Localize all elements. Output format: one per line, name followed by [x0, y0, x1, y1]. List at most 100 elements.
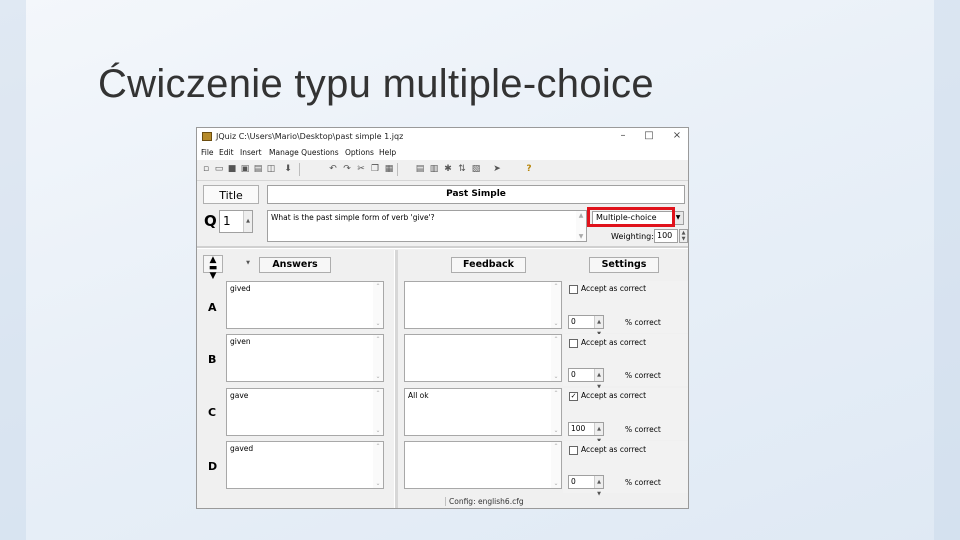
arrow-icon[interactable]: ➤ [492, 164, 502, 174]
answer-field-c[interactable]: gave ⌃ ⌄ [226, 388, 384, 436]
accept-checkbox[interactable] [569, 338, 578, 348]
move-answers-button[interactable]: ▲ ▬ ▼ [203, 255, 223, 281]
tools-icon[interactable]: ✱ [443, 164, 453, 174]
answer-letter: A [208, 301, 217, 314]
menu-options[interactable]: Options [345, 148, 374, 157]
new-icon[interactable]: ▫ [201, 164, 211, 174]
percent-field-a[interactable]: 0 ▲▼ [568, 315, 604, 337]
feedback-scrollbar[interactable]: ⌃ ⌄ [551, 335, 561, 381]
percent-value: 0 [571, 317, 576, 326]
answer-scrollbar[interactable]: ⌃ ⌄ [373, 442, 383, 488]
feedback-field-b[interactable]: ⌃ ⌄ [404, 334, 562, 382]
percent-field-b[interactable]: 0 ▲ ▼ [568, 368, 604, 390]
answer-letter: D [208, 460, 218, 473]
answers-header[interactable]: Answers [259, 257, 331, 273]
weighting-label: Weighting: [611, 232, 654, 241]
paste-icon[interactable]: ▦ [384, 164, 394, 174]
answer-text: gaved [230, 444, 254, 453]
accept-checkbox-checked[interactable]: ✓ [569, 391, 578, 401]
divider [197, 246, 688, 249]
hotpotatoes-window: JQuiz C:\Users\Mario\Desktop\past simple… [196, 127, 689, 509]
menu-edit[interactable]: Edit [219, 148, 234, 157]
grid-icon[interactable]: ▤ [415, 164, 425, 174]
percent-label: % correct [625, 478, 661, 487]
answer-field-b[interactable]: given ⌃ ⌄ [226, 334, 384, 382]
sort-icon[interactable]: ⇅ [457, 164, 467, 174]
undo-icon[interactable]: ↶ [328, 164, 338, 174]
percent-spinner[interactable]: ▲▼ [594, 423, 603, 444]
image-icon[interactable]: ▥ [429, 164, 439, 174]
menu-file[interactable]: File [201, 148, 214, 157]
feedback-scrollbar[interactable]: ⌃ ⌄ [551, 282, 561, 328]
settings-header[interactable]: Settings [589, 257, 659, 273]
cut-icon[interactable]: ✂ [356, 164, 366, 174]
answer-letter: C [208, 406, 217, 419]
printer-icon[interactable]: ▤ [253, 164, 263, 174]
open-icon[interactable]: ▭ [214, 164, 224, 174]
accept-correct-c[interactable]: ✓ Accept as correct [569, 391, 646, 401]
feedback-header[interactable]: Feedback [451, 257, 526, 273]
answer-field-a[interactable]: gived ⌃ ⌄ [226, 281, 384, 329]
answer-scrollbar[interactable]: ⌃ ⌄ [373, 389, 383, 435]
window-title: JQuiz C:\Users\Mario\Desktop\past simple… [216, 132, 404, 141]
accept-correct-a[interactable]: Accept as correct [569, 284, 646, 294]
maximize-button[interactable]: □ [641, 129, 657, 143]
question-text: What is the past simple form of verb 'gi… [271, 213, 435, 222]
answer-scrollbar[interactable]: ⌃ ⌄ [373, 282, 383, 328]
percent-spinner[interactable]: ▲▼ [594, 316, 603, 337]
toolbar-separator [299, 163, 300, 176]
percent-value: 0 [571, 370, 576, 379]
window-titlebar: JQuiz C:\Users\Mario\Desktop\past simple… [197, 128, 688, 146]
answer-text: gave [230, 391, 249, 400]
quiz-title-field[interactable]: Past Simple [267, 185, 685, 204]
answer-scrollbar[interactable]: ⌃ ⌄ [373, 335, 383, 381]
save-as-icon[interactable]: ▣ [240, 164, 250, 174]
highlight-box [587, 207, 675, 227]
feedback-field-d[interactable]: ⌃ ⌄ [404, 441, 562, 489]
weighting-field[interactable]: 100 [654, 229, 678, 243]
toolbar: ▫ ▭ ■ ▣ ▤ ◫ ⬇ ↶ ↷ ✂ ❐ ▦ ▤ ▥ ✱ ⇅ ▧ ➤ ? [197, 160, 688, 181]
copy-icon[interactable]: ❐ [370, 164, 380, 174]
arrow-down-icon[interactable]: ⬇ [283, 164, 293, 174]
slide-title: Ćwiczenie typu multiple-choice [98, 62, 654, 106]
web-page-icon[interactable]: ◫ [266, 164, 276, 174]
menu-insert[interactable]: Insert [240, 148, 262, 157]
question-text-field[interactable]: What is the past simple form of verb 'gi… [267, 210, 587, 242]
percent-spinner[interactable]: ▲▼ [594, 476, 603, 497]
percent-spinner[interactable]: ▲▼ [594, 369, 603, 390]
feedback-scrollbar[interactable]: ⌃ ⌄ [551, 442, 561, 488]
weighting-value: 100 [657, 231, 673, 240]
app-icon [202, 132, 212, 141]
menu-manage-questions[interactable]: Manage Questions [269, 148, 339, 157]
question-number-field[interactable]: 1 ▲ ▼ [219, 210, 253, 266]
answer-field-d[interactable]: gaved ⌃ ⌄ [226, 441, 384, 489]
menu-help[interactable]: Help [379, 148, 396, 157]
panel-splitter[interactable] [394, 250, 398, 508]
accept-correct-d[interactable]: Accept as correct [569, 445, 646, 455]
percent-field-c[interactable]: 100 ▲▼ [568, 422, 604, 444]
accept-correct-b[interactable]: Accept as correct [569, 338, 646, 348]
question-spinner[interactable]: ▲ ▼ [243, 211, 252, 266]
feedback-scrollbar[interactable]: ⌃ ⌄ [551, 389, 561, 435]
export-icon[interactable]: ▧ [471, 164, 481, 174]
feedback-field-c[interactable]: All ok ⌃ ⌄ [404, 388, 562, 436]
title-label: Title [203, 185, 259, 204]
redo-icon[interactable]: ↷ [342, 164, 352, 174]
accept-checkbox[interactable] [569, 284, 578, 294]
help-icon[interactable]: ? [524, 164, 534, 174]
feedback-text: All ok [408, 391, 429, 400]
menu-bar: File Edit Insert Manage Questions Option… [197, 146, 688, 160]
percent-label: % correct [625, 318, 661, 327]
percent-label: % correct [625, 371, 661, 380]
answer-letter: B [208, 353, 217, 366]
save-icon[interactable]: ■ [227, 164, 237, 174]
accept-label: Accept as correct [581, 338, 647, 347]
percent-value: 100 [571, 424, 586, 433]
minimize-button[interactable]: – [615, 129, 631, 143]
feedback-field-a[interactable]: ⌃ ⌄ [404, 281, 562, 329]
weighting-spinner[interactable]: ▲ ▼ [679, 229, 688, 243]
close-button[interactable]: × [669, 129, 685, 143]
percent-field-d[interactable]: 0 ▲ ▼ [568, 475, 604, 497]
question-scrollbar[interactable]: ▲ ▼ [576, 211, 586, 241]
accept-checkbox[interactable] [569, 445, 578, 455]
